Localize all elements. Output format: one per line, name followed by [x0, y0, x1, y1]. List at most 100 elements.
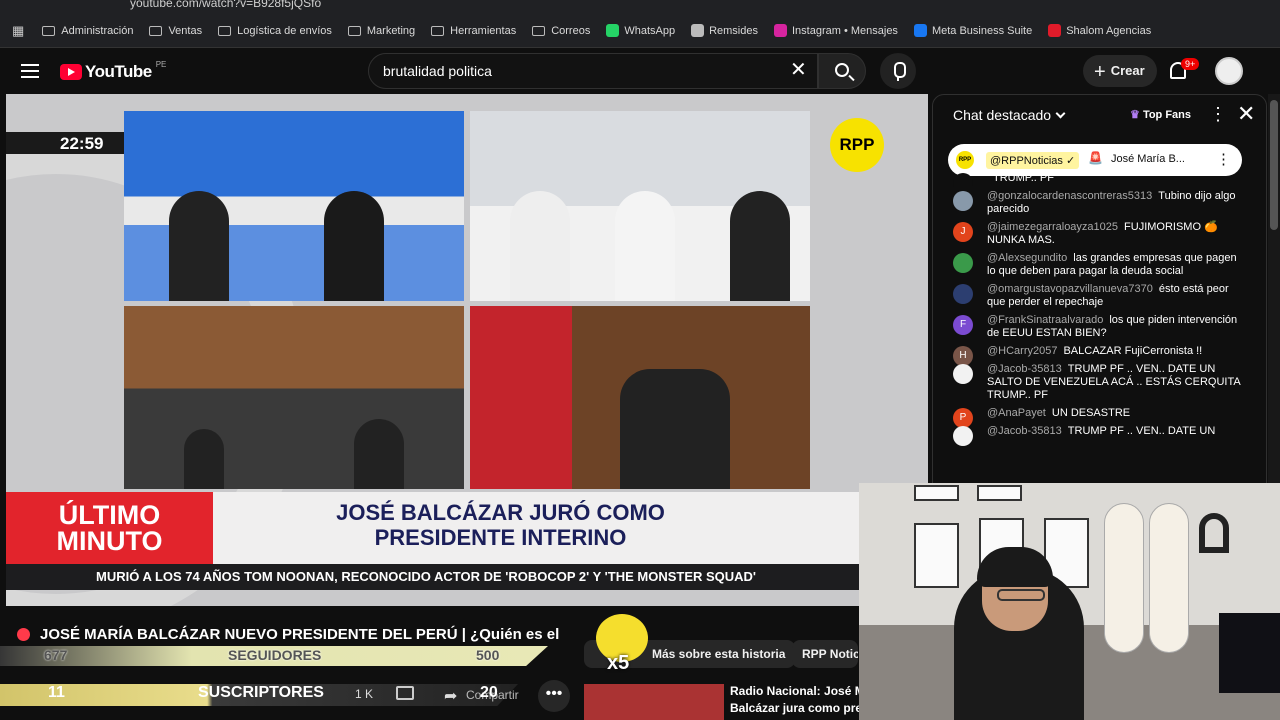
subscribers-label: SUSCRIPTORES	[198, 684, 324, 701]
official-2	[354, 419, 404, 489]
folder-icon	[218, 25, 232, 36]
bookmark-label: Administración	[61, 24, 134, 37]
chat-username[interactable]: @Alexsegundito	[987, 252, 1067, 264]
bookmark-1[interactable]: Ventas	[149, 25, 202, 37]
chat-mode-dropdown[interactable]: Chat destacado	[953, 107, 1066, 123]
bookmark-8[interactable]: Instagram • Mensajes	[773, 24, 898, 37]
wall-frame-top-1	[914, 485, 959, 501]
related-video-thumbnail[interactable]	[584, 684, 724, 720]
chat-message[interactable]: @gonzalocardenascontreras5313 Tubino dijo…	[933, 188, 1266, 219]
chat-username[interactable]: @AnaPayet	[987, 407, 1046, 419]
video-title: JOSÉ MARÍA BALCÁZAR NUEVO PRESIDENTE DEL…	[40, 626, 560, 643]
bookmark-9[interactable]: Meta Business Suite	[913, 24, 1033, 37]
create-button[interactable]: + Crear	[1083, 55, 1157, 87]
official-1	[184, 429, 224, 489]
chat-avatar[interactable]: F	[953, 315, 973, 335]
url-text[interactable]: youtube.com/watch?v=B928f5jQSfo	[130, 0, 321, 10]
menu-icon[interactable]	[21, 64, 39, 78]
chat-message[interactable]: @Jacob-35813 TRUMP PF .. VEN.. DATE UN SA…	[933, 361, 1266, 405]
chat-avatar[interactable]	[953, 364, 973, 384]
bookmark-0[interactable]: Administración	[42, 25, 133, 37]
multiplier-label: x5	[607, 652, 630, 674]
siren-icon: 🚨	[1088, 151, 1103, 165]
youtube-logo[interactable]: YouTube PE	[60, 60, 166, 82]
subscribers-goal: 20	[480, 684, 498, 701]
video-player[interactable]: 22:59 RPP ÚLTIMO MINUTO JOSÉ BALCÁZAR JU…	[6, 94, 928, 606]
congress-chamber-feed	[124, 306, 464, 489]
chat-username[interactable]: @HCarry2057	[987, 345, 1057, 357]
chat-message[interactable]: @Jacob-35813 TRUMP PF .. VEN.. DATE UN	[933, 423, 1266, 446]
notification-badge: 9+	[1181, 58, 1200, 70]
chat-username[interactable]: @omargustavopazvillanueva7370	[987, 283, 1153, 295]
bookmark-label: Meta Business Suite	[931, 24, 1033, 37]
bookmark-label: Instagram • Mensajes	[791, 24, 898, 37]
chat-scroll-thumb[interactable]	[1270, 100, 1278, 230]
clear-search-icon[interactable]: ✕	[790, 60, 807, 80]
video-info-area: JOSÉ MARÍA BALCÁZAR NUEVO PRESIDENTE DEL…	[0, 606, 928, 720]
chat-avatar[interactable]	[953, 253, 973, 273]
account-avatar[interactable]	[1215, 57, 1243, 85]
chat-message[interactable]: @Alexsegundito las grandes empresas que p…	[933, 250, 1266, 281]
breaking-news-label: ÚLTIMO MINUTO	[6, 492, 213, 564]
chat-message[interactable]: F @FrankSinatraalvarado los que piden inte…	[933, 312, 1266, 343]
chat-avatar[interactable]	[953, 426, 973, 446]
chat-username[interactable]: @Jacob-35813	[987, 363, 1062, 375]
bookmark-3[interactable]: Marketing	[347, 25, 415, 37]
chat-message[interactable]: J @jaimezegarraloayza1025 FUJIMORISMO 🍊 NU…	[933, 219, 1266, 250]
dislike-icon[interactable]	[396, 686, 414, 700]
chat-options-icon[interactable]: ⋮	[1209, 104, 1227, 125]
panelist-1	[510, 191, 570, 301]
browser-url-bar[interactable]: youtube.com/watch?v=B928f5jQSfo	[0, 0, 1280, 14]
chat-username[interactable]: @jaimezegarraloayza1025	[987, 221, 1118, 233]
bookmark-4[interactable]: Herramientas	[431, 25, 516, 37]
chat-message[interactable]: H @HCarry2057 BALCAZAR FujiCerronista !!	[933, 343, 1266, 366]
bookmark-10[interactable]: Shalom Agencias	[1048, 24, 1151, 37]
related-video-title-2[interactable]: Balcázar jura como presi	[730, 701, 860, 715]
chat-username[interactable]: @Jacob-35813	[987, 425, 1062, 437]
chat-message[interactable]: P @AnaPayet UN DESASTRE	[933, 405, 1266, 428]
chat-username[interactable]: @gonzalocardenascontreras5313	[987, 190, 1152, 202]
bookmark-5[interactable]: Correos	[532, 25, 590, 37]
chat-message[interactable]: TRUMP.. PF	[933, 170, 1266, 193]
chevron-down-icon	[1055, 108, 1066, 119]
search-input[interactable]: brutalidad politica	[368, 53, 818, 89]
search-icon	[835, 63, 849, 77]
folder-icon	[347, 25, 361, 36]
apps-grid-icon[interactable]: ▦	[12, 23, 24, 39]
folder-icon	[149, 25, 163, 36]
like-count[interactable]: 1 K	[355, 687, 373, 701]
related-video-title[interactable]: Radio Nacional: José Ma	[730, 684, 860, 698]
pinned-options-icon[interactable]: ⋮	[1216, 150, 1231, 168]
chip-rpp-news[interactable]: RPP Notici	[792, 640, 858, 668]
chat-message-list: TRUMP.. PF @gonzalocardenascontreras5313 T…	[933, 172, 1266, 446]
anchor-2	[324, 191, 384, 301]
instagram-icon	[773, 24, 787, 37]
bookmark-6[interactable]: WhatsApp	[606, 24, 675, 37]
chat-username[interactable]: @FrankSinatraalvarado	[987, 314, 1103, 326]
top-fans-button[interactable]: ♛ Top Fans	[1130, 108, 1191, 121]
bookmark-2[interactable]: Logística de envíos	[218, 25, 332, 37]
bookmark-list: Administración Ventas Logística de envíos M…	[42, 24, 1167, 37]
plus-icon: +	[1094, 60, 1106, 83]
studio-cam-2	[470, 111, 810, 301]
voice-search-button[interactable]	[880, 53, 916, 89]
followers-goal: 500	[476, 647, 500, 663]
skateboard-2	[1149, 503, 1189, 653]
meta-icon	[913, 24, 927, 37]
chat-avatar[interactable]: J	[953, 222, 973, 242]
crown-icon: ♛	[1130, 109, 1140, 121]
chat-text: TRUMP PF .. VEN.. DATE UN	[1067, 425, 1216, 437]
folder-icon	[431, 25, 445, 36]
chat-avatar[interactable]	[953, 284, 973, 304]
share-icon[interactable]: ➦	[444, 686, 457, 706]
breaking-line-2: MINUTO	[56, 526, 163, 556]
rpp-avatar-icon: RPP	[956, 151, 974, 169]
chat-message[interactable]: @omargustavopazvillanueva7370 ésto está p…	[933, 281, 1266, 312]
close-chat-icon[interactable]: ✕	[1237, 101, 1255, 127]
president-speaking	[620, 369, 730, 489]
chat-avatar[interactable]	[953, 191, 973, 211]
search-button[interactable]	[818, 53, 866, 89]
bookmark-7[interactable]: Remsides	[691, 24, 758, 37]
more-actions-button[interactable]: •••	[538, 680, 570, 712]
wall-frame-1	[914, 523, 959, 588]
